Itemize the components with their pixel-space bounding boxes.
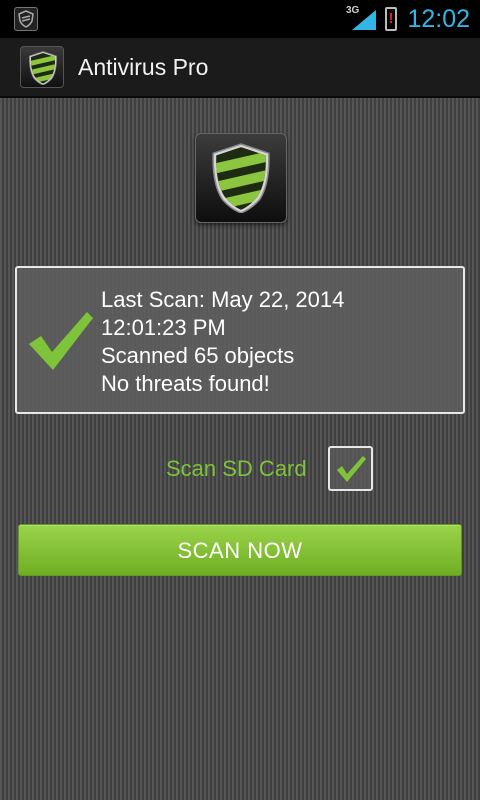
- last-scan-time: 12:01:23 PM: [101, 315, 226, 340]
- scan-result-panel: Last Scan: May 22, 2014 12:01:23 PM Scan…: [15, 266, 465, 414]
- check-icon: [337, 456, 366, 482]
- threat-status: No threats found!: [101, 371, 270, 396]
- status-bar: 3G ! 12:02: [0, 0, 480, 38]
- shield-logo-icon: [212, 143, 270, 213]
- app-notification-icon: [14, 7, 38, 31]
- scanned-objects-count: Scanned 65 objects: [101, 343, 295, 368]
- battery-alert-icon: !: [385, 7, 397, 31]
- scan-sd-card-label: Scan SD Card: [166, 456, 307, 481]
- check-icon: [29, 312, 93, 370]
- app-title: Antivirus Pro: [78, 54, 209, 80]
- action-bar: Antivirus Pro: [0, 38, 480, 98]
- hero-shield: [195, 133, 287, 223]
- scan-sd-card-checkbox[interactable]: [328, 446, 373, 491]
- clock: 12:02: [407, 5, 470, 33]
- last-scan-date: Last Scan: May 22, 2014: [101, 287, 345, 312]
- shield-logo-icon[interactable]: [20, 46, 64, 88]
- signal-icon: [352, 10, 376, 30]
- scan-now-button[interactable]: SCAN NOW: [18, 524, 462, 576]
